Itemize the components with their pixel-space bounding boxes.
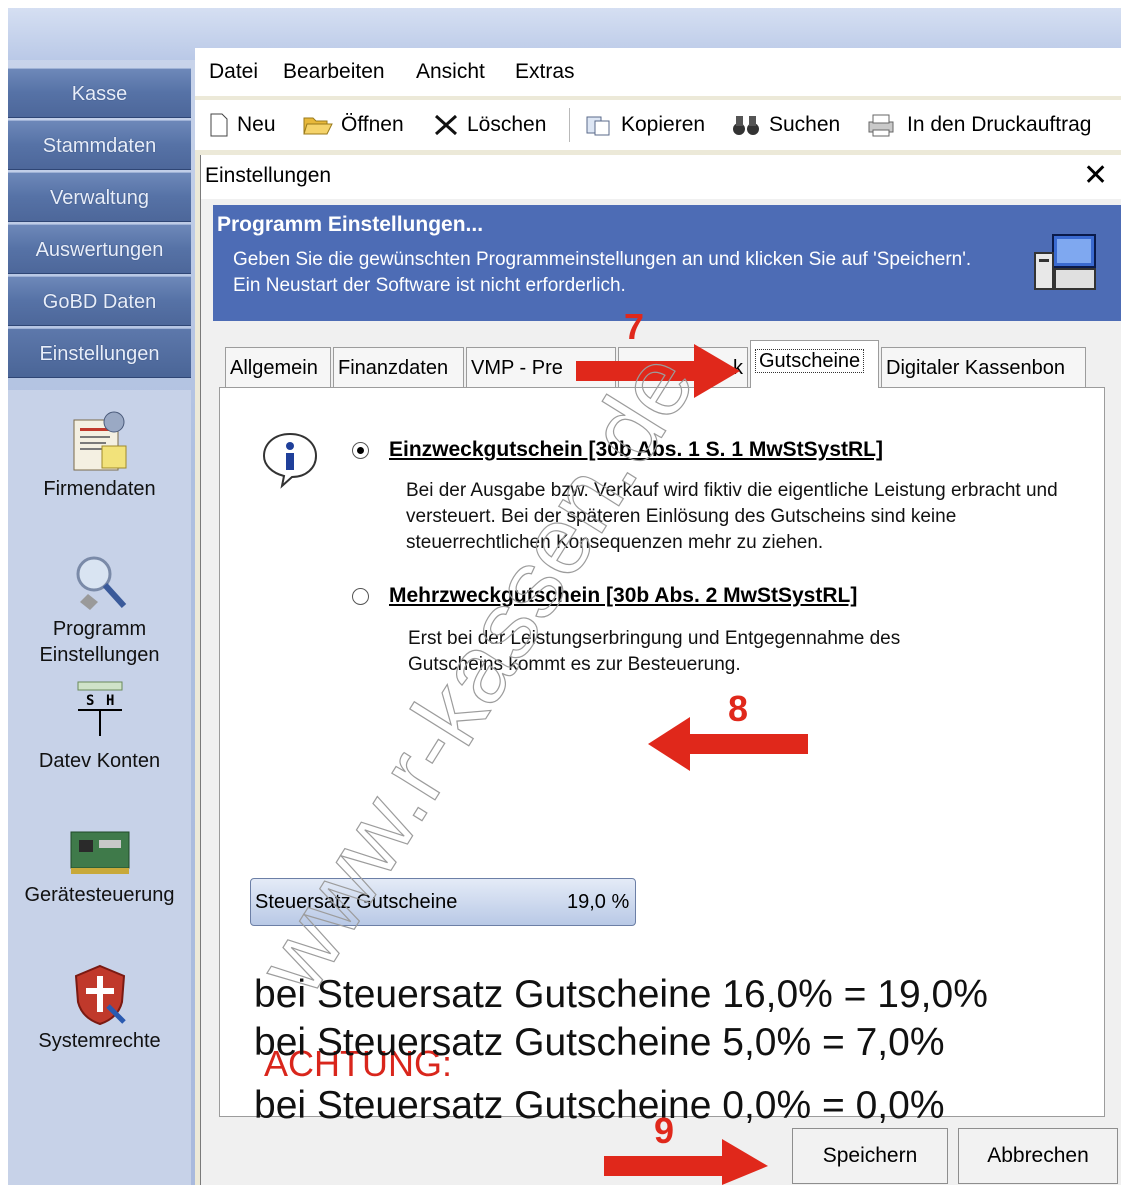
arrow-to-save-button bbox=[604, 1139, 768, 1185]
tab-gutscheine-label: Gutscheine bbox=[755, 349, 865, 373]
annotation-layer bbox=[576, 344, 808, 1185]
step-7-number: 7 bbox=[624, 306, 645, 347]
step-8-number: 8 bbox=[728, 688, 749, 729]
tab-gutscheine[interactable]: Gutscheine bbox=[750, 340, 879, 388]
arrow-to-gutscheine-tab bbox=[576, 344, 740, 398]
step-9-number: 9 bbox=[654, 1110, 675, 1151]
